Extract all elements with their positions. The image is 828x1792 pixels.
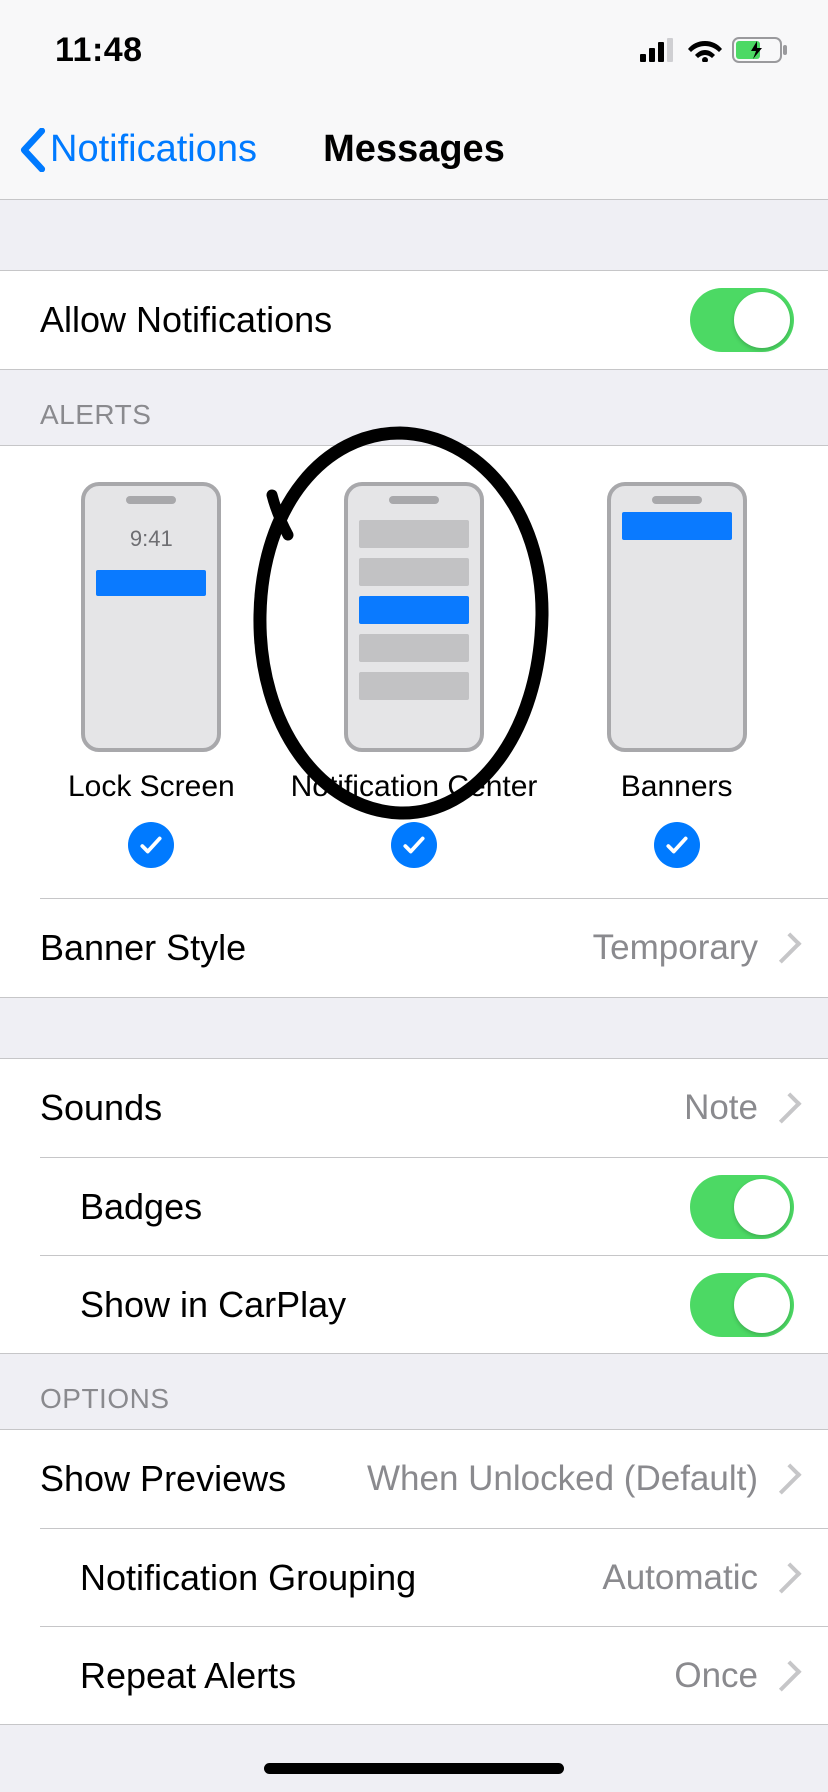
status-icons <box>640 37 788 63</box>
chevron-right-icon <box>770 932 801 963</box>
alerts-group: 9:41 Lock Screen Notification Center <box>0 445 828 998</box>
nav-bar: Notifications Messages <box>0 100 828 200</box>
banner-style-value: Temporary <box>593 928 758 968</box>
chevron-right-icon <box>770 1562 801 1593</box>
show-previews-label: Show Previews <box>40 1458 367 1500</box>
alert-label: Notification Center <box>291 770 538 804</box>
repeat-alerts-row[interactable]: Repeat Alerts Once <box>40 1626 828 1724</box>
chevron-right-icon <box>770 1092 801 1123</box>
carplay-row: Show in CarPlay <box>40 1255 828 1353</box>
cellular-signal-icon <box>640 38 678 62</box>
repeat-alerts-label: Repeat Alerts <box>80 1655 674 1697</box>
carplay-label: Show in CarPlay <box>80 1284 690 1326</box>
alert-option-banners[interactable]: Banners <box>545 482 808 868</box>
options-header: OPTIONS <box>40 1383 170 1415</box>
alerts-header: ALERTS <box>40 399 151 431</box>
badges-label: Badges <box>80 1186 690 1228</box>
chevron-right-icon <box>770 1463 801 1494</box>
show-previews-value: When Unlocked (Default) <box>367 1459 758 1499</box>
lock-screen-preview-icon: 9:41 <box>81 482 221 752</box>
badges-toggle[interactable] <box>690 1175 794 1239</box>
notification-grouping-label: Notification Grouping <box>80 1557 602 1599</box>
allow-notifications-group: Allow Notifications <box>0 270 828 370</box>
checkmark-icon <box>391 822 437 868</box>
alert-option-notification-center[interactable]: Notification Center <box>283 482 546 868</box>
sounds-label: Sounds <box>40 1087 684 1129</box>
alert-option-lock-screen[interactable]: 9:41 Lock Screen <box>20 482 283 868</box>
checkmark-icon <box>654 822 700 868</box>
home-indicator[interactable] <box>264 1763 564 1774</box>
carplay-toggle[interactable] <box>690 1273 794 1337</box>
sounds-value: Note <box>684 1088 758 1128</box>
notification-grouping-row[interactable]: Notification Grouping Automatic <box>40 1528 828 1626</box>
notification-grouping-value: Automatic <box>602 1558 758 1598</box>
alert-label: Banners <box>621 770 733 804</box>
chevron-left-icon <box>18 128 48 172</box>
status-bar: 11:48 <box>0 0 828 100</box>
badges-row: Badges <box>40 1157 828 1255</box>
back-label: Notifications <box>50 128 257 171</box>
alert-label: Lock Screen <box>68 770 235 804</box>
show-previews-row[interactable]: Show Previews When Unlocked (Default) <box>0 1430 828 1528</box>
allow-notifications-toggle[interactable] <box>690 288 794 352</box>
status-time: 11:48 <box>55 31 143 70</box>
banners-preview-icon <box>607 482 747 752</box>
repeat-alerts-value: Once <box>674 1656 758 1696</box>
allow-notifications-label: Allow Notifications <box>40 299 690 341</box>
battery-charging-icon <box>732 37 788 63</box>
sounds-row[interactable]: Sounds Note <box>0 1059 828 1157</box>
back-button[interactable]: Notifications <box>18 128 257 172</box>
allow-notifications-row: Allow Notifications <box>0 271 828 369</box>
banner-style-row[interactable]: Banner Style Temporary <box>0 899 828 997</box>
chevron-right-icon <box>770 1660 801 1691</box>
banner-style-label: Banner Style <box>40 927 593 969</box>
options-group: Show Previews When Unlocked (Default) No… <box>0 1429 828 1725</box>
alerts-options-row: 9:41 Lock Screen Notification Center <box>0 446 828 898</box>
notification-settings-group: Sounds Note Badges Show in CarPlay <box>0 1058 828 1354</box>
notification-center-preview-icon <box>344 482 484 752</box>
wifi-icon <box>688 38 722 62</box>
checkmark-icon <box>128 822 174 868</box>
